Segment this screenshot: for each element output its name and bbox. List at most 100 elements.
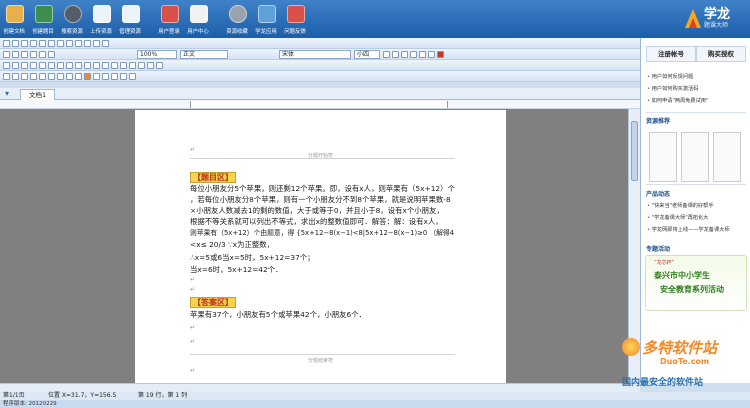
undo-icon[interactable] <box>75 39 82 47</box>
news-link[interactable]: "快来当"老师备课的好帮手 <box>647 202 714 209</box>
question-line: <x≤ 20/3 ∵x为正整数， <box>190 240 275 249</box>
graph-icon[interactable] <box>147 61 154 69</box>
style-select[interactable]: 正文 <box>180 49 228 59</box>
arrow-icon[interactable] <box>21 61 28 69</box>
brand-logo: 学龙 题课大师 <box>682 3 744 35</box>
formula-icon[interactable] <box>48 50 55 58</box>
create-doc-button[interactable]: 创建文档 <box>0 0 29 35</box>
create-question-button[interactable]: 创建题目 <box>29 0 58 35</box>
align-center-icon[interactable] <box>419 50 426 58</box>
stroke-icon[interactable] <box>75 61 82 69</box>
table-icon[interactable] <box>93 39 100 47</box>
align-right-icon[interactable] <box>428 50 435 58</box>
print-icon[interactable] <box>30 39 37 47</box>
tab-document-1[interactable]: 文档1 <box>20 89 56 100</box>
compass-icon[interactable] <box>120 61 127 69</box>
select-icon[interactable] <box>3 61 10 69</box>
symbol-icon[interactable] <box>39 50 46 58</box>
angle-icon[interactable] <box>129 61 136 69</box>
highlight-icon[interactable] <box>84 72 91 80</box>
circle-tool-icon[interactable] <box>156 61 163 69</box>
list-icon[interactable] <box>30 50 37 58</box>
draw-square-icon[interactable] <box>39 72 46 80</box>
user-login-button[interactable]: 用户登录 <box>155 0 184 35</box>
italic-icon[interactable] <box>392 50 399 58</box>
zoom-select[interactable]: 100% <box>137 49 177 59</box>
rect-icon[interactable] <box>30 61 37 69</box>
upload-resource-button[interactable]: 上传资源 <box>87 0 116 35</box>
paragraph-icon[interactable] <box>3 50 10 58</box>
resource-thumbnail[interactable] <box>681 132 709 182</box>
text-color-icon[interactable] <box>111 72 118 80</box>
manage-resource-button[interactable]: 管理资源 <box>116 0 145 35</box>
outdent-icon[interactable] <box>21 50 28 58</box>
dash-icon[interactable] <box>120 72 127 80</box>
draw-sphere-icon[interactable] <box>75 72 82 80</box>
resource-thumbnail[interactable] <box>713 132 741 182</box>
axis-icon[interactable] <box>138 61 145 69</box>
draw-line-icon[interactable] <box>3 72 10 80</box>
underline-icon[interactable] <box>401 50 408 58</box>
news-link[interactable]: 学龙网即将上线——学龙备课大师 <box>647 226 730 233</box>
register-account-button[interactable]: 注册帐号 <box>646 46 696 62</box>
preview-icon[interactable] <box>39 39 46 47</box>
redo-icon[interactable] <box>84 39 91 47</box>
site-watermark: 多特软件站 DuoTe.com 国内最安全的软件站 <box>622 338 718 388</box>
main-toolbar: 创建文档 创建题目 搜索资源 上传资源 管理资源 用户登录 用户中心 资源收藏 … <box>0 0 750 38</box>
draw-cylinder-icon[interactable] <box>57 72 64 80</box>
save-icon[interactable] <box>21 39 28 47</box>
open-icon[interactable] <box>12 39 19 47</box>
eraser-icon[interactable] <box>102 72 109 80</box>
create-doc-icon <box>5 5 24 23</box>
apps-icon <box>257 5 276 23</box>
draw-cone-icon[interactable] <box>66 72 73 80</box>
feedback-button[interactable]: 问题反馈 <box>281 0 310 35</box>
text-box-icon[interactable] <box>57 61 64 69</box>
help-link[interactable]: 如何申请"两周免费试用" <box>647 97 709 104</box>
search-resource-icon <box>63 5 82 23</box>
document-page[interactable]: ↵ 分题开始符 【题目区】 每位小朋友分5个苹果，则还剩12个苹果。即，设有x人… <box>135 110 506 383</box>
favorites-icon <box>228 5 247 23</box>
ruler-icon[interactable] <box>111 61 118 69</box>
question-start-marker: 分题开始符 <box>307 153 333 159</box>
buy-license-button[interactable]: 购买授权 <box>696 46 746 62</box>
fill-icon[interactable] <box>66 61 73 69</box>
indent-icon[interactable] <box>12 50 19 58</box>
horizontal-scrollbar[interactable] <box>0 383 640 392</box>
resource-thumbnail[interactable] <box>649 132 677 182</box>
font-color-icon[interactable] <box>437 50 444 58</box>
help-link[interactable]: 用户如何反馈问题 <box>647 73 694 80</box>
marker-icon[interactable] <box>93 72 100 80</box>
weight-icon[interactable] <box>129 72 136 80</box>
scroll-thumb[interactable] <box>631 121 638 181</box>
draw-cube-icon[interactable] <box>48 72 55 80</box>
polygon-icon[interactable] <box>48 61 55 69</box>
news-link[interactable]: "学龙备课大师"再拓化大 <box>647 214 709 221</box>
new-icon[interactable] <box>3 39 10 47</box>
ellipse-icon[interactable] <box>39 61 46 69</box>
favorites-button[interactable]: 资源收藏 <box>223 0 252 35</box>
align-left-icon[interactable] <box>410 50 417 58</box>
rotate-icon[interactable] <box>93 61 100 69</box>
question-area-tag: 【题目区】 <box>190 172 236 183</box>
draw-arc-icon[interactable] <box>12 72 19 80</box>
apps-button[interactable]: 学龙应用 <box>252 0 281 35</box>
font-select[interactable]: 宋体 <box>279 49 351 59</box>
group-icon[interactable] <box>84 61 91 69</box>
cut-icon[interactable] <box>48 39 55 47</box>
size-select[interactable]: 小四 <box>354 49 380 59</box>
flip-icon[interactable] <box>102 61 109 69</box>
user-login-icon <box>160 5 179 23</box>
draw-triangle-icon[interactable] <box>30 72 37 80</box>
tab-menu-icon[interactable]: ▾ <box>5 89 9 98</box>
search-resource-button[interactable]: 搜索资源 <box>58 0 87 35</box>
promo-banner[interactable]: “龙芯杯” 泰兴市中小学生 安全教育系列活动 <box>645 255 747 311</box>
line-icon[interactable] <box>12 61 19 69</box>
user-center-button[interactable]: 用户中心 <box>184 0 213 35</box>
draw-curve-icon[interactable] <box>21 72 28 80</box>
bold-icon[interactable] <box>383 50 390 58</box>
paste-icon[interactable] <box>66 39 73 47</box>
copy-icon[interactable] <box>57 39 64 47</box>
image-icon[interactable] <box>102 39 109 47</box>
help-link[interactable]: 用户如何购买激活码 <box>647 85 699 92</box>
